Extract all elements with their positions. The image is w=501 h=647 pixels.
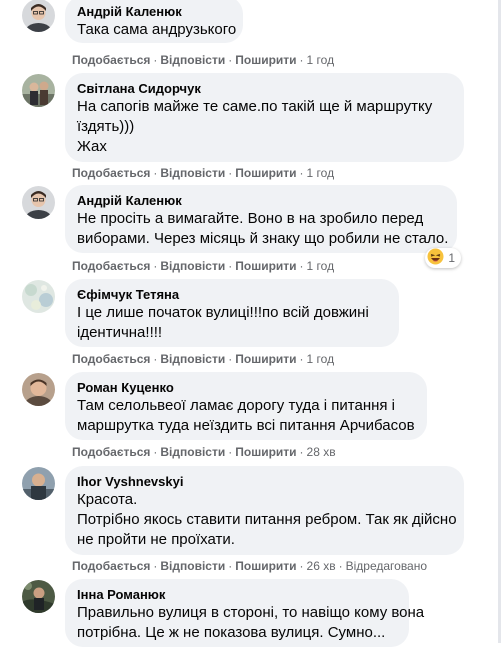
timestamp[interactable]: 1 год xyxy=(307,352,335,366)
avatar[interactable] xyxy=(22,186,55,219)
share-link[interactable]: Поширити xyxy=(235,166,296,180)
like-link[interactable]: Подобається xyxy=(72,166,150,180)
comment-text: І це лише початок вулиці!!!по всій довжи… xyxy=(77,303,387,343)
comment-bubble: Андрій Каленюк Не просіть а вимагайте. В… xyxy=(65,185,457,253)
comment-text-line: потрібна. Це ж не показова вулиця. Сумно… xyxy=(77,624,386,641)
like-link[interactable]: Подобається xyxy=(72,53,150,67)
dot-separator: · xyxy=(153,166,158,180)
dot-separator: · xyxy=(228,259,233,273)
comment-text-line: Така сама андрузького xyxy=(77,21,237,38)
comment-text-line: не пройти не проїхати. xyxy=(77,531,235,548)
share-link[interactable]: Поширити xyxy=(235,445,296,459)
comment-text-line: На сапогів майже те саме.по такій ще й м… xyxy=(77,98,433,115)
comment-bubble: Роман Куценко Там селольвеої ламає дорог… xyxy=(65,372,427,440)
dot-separator: · xyxy=(299,352,304,366)
comment-text-line: маршрутка туда неїздить всі питання Арчи… xyxy=(77,417,415,434)
comment-text: Красота. Потрібно якось ставити питання … xyxy=(77,490,457,550)
avatar[interactable] xyxy=(22,0,55,32)
comment-bubble: Світлана Сидорчук На сапогів майже те са… xyxy=(65,73,464,162)
reaction-count-number: 1 xyxy=(448,251,455,265)
dot-separator: · xyxy=(299,259,304,273)
comment-author[interactable]: Єфімчук Тетяна xyxy=(77,286,387,303)
comment-text-line: ідентична!!!! xyxy=(77,324,163,341)
comment-author[interactable]: Світлана Сидорчук xyxy=(77,80,452,97)
reply-link[interactable]: Відповісти xyxy=(160,445,225,459)
comment-actions: Подобається · Відповісти · Поширити · 1 год xyxy=(72,52,334,68)
dot-separator: · xyxy=(153,352,158,366)
timestamp[interactable]: 26 хв xyxy=(307,559,336,573)
dot-separator: · xyxy=(299,559,304,573)
dot-separator: · xyxy=(338,559,343,573)
share-link[interactable]: Поширити xyxy=(235,559,296,573)
comment-author[interactable]: Андрій Каленюк xyxy=(77,3,231,20)
timestamp[interactable]: 1 год xyxy=(307,259,335,273)
dot-separator: · xyxy=(228,559,233,573)
like-link[interactable]: Подобається xyxy=(72,352,150,366)
comment-bubble: Інна Романюк Правильно вулиця в стороні,… xyxy=(65,579,425,647)
dot-separator: · xyxy=(228,166,233,180)
reply-link[interactable]: Відповісти xyxy=(160,559,225,573)
comment-text-line: Там селольвеої ламає дорогу туда і питан… xyxy=(77,397,396,414)
avatar[interactable] xyxy=(22,280,55,313)
comment-bubble: Ihor Vyshnevskyi Красота. Потрібно якось… xyxy=(65,466,464,555)
like-link[interactable]: Подобається xyxy=(72,259,150,273)
comment-actions: Подобається · Відповісти · Поширити · 28 хв xyxy=(72,444,336,460)
comment-text: Там селольвеої ламає дорогу туда і питан… xyxy=(77,396,415,436)
dot-separator: · xyxy=(153,259,158,273)
comment-actions: Подобається · Відповісти · Поширити · 26 хв · Ві… xyxy=(72,558,427,574)
dot-separator: · xyxy=(153,559,158,573)
avatar[interactable] xyxy=(22,580,55,613)
comment-text: Не просіть а вимагайте. Воно в на зробил… xyxy=(77,209,449,249)
comment-text-line: їздять))) xyxy=(77,118,135,135)
comment-actions: Подобається · Відповісти · Поширити · 1 год xyxy=(72,351,334,367)
comment-bubble: Андрій Каленюк Така сама андрузького xyxy=(65,0,243,43)
share-link[interactable]: Поширити xyxy=(235,352,296,366)
share-link[interactable]: Поширити xyxy=(235,53,296,67)
comment-bubble: Єфімчук Тетяна І це лише початок вулиці!… xyxy=(65,279,399,347)
avatar[interactable] xyxy=(22,467,55,500)
comment-text-line: Не просіть а вимагайте. Воно в на зробил… xyxy=(77,210,424,227)
comment-actions: Подобається · Відповісти · Поширити · 1 год xyxy=(72,165,334,181)
comment-text-line: Потрібно якось ставити питання ребром. Т… xyxy=(77,511,457,528)
dot-separator: · xyxy=(299,445,304,459)
comment-text: Правильно вулиця в стороні, то навіщо ко… xyxy=(77,603,425,643)
dot-separator: · xyxy=(153,445,158,459)
like-link[interactable]: Подобається xyxy=(72,559,150,573)
reply-link[interactable]: Відповісти xyxy=(160,259,225,273)
reaction-count[interactable]: 1 xyxy=(425,248,461,268)
timestamp[interactable]: 28 хв xyxy=(307,445,336,459)
comment-author[interactable]: Роман Куценко xyxy=(77,379,415,396)
comment-author[interactable]: Андрій Каленюк xyxy=(77,192,445,209)
reply-link[interactable]: Відповісти xyxy=(160,53,225,67)
dot-separator: · xyxy=(299,53,304,67)
reply-link[interactable]: Відповісти xyxy=(160,352,225,366)
comment-text: На сапогів майже те саме.по такій ще й м… xyxy=(77,97,452,157)
avatar[interactable] xyxy=(22,373,55,406)
comment-actions: Подобається · Відповісти · Поширити · 1 год xyxy=(72,258,334,274)
comment-text-line: Жах xyxy=(77,138,107,155)
comment-author[interactable]: Ihor Vyshnevskyi xyxy=(77,473,452,490)
dot-separator: · xyxy=(299,166,304,180)
dot-separator: · xyxy=(228,352,233,366)
comment-author[interactable]: Інна Романюк xyxy=(77,586,397,603)
avatar[interactable] xyxy=(22,74,55,107)
timestamp[interactable]: 1 год xyxy=(307,53,335,67)
comment-text: Така сама андрузького xyxy=(77,20,237,40)
comment-text-line: І це лише початок вулиці!!!по всій довжи… xyxy=(77,304,369,321)
laughing-emoji-icon xyxy=(427,248,444,268)
comment-text-line: Красота. xyxy=(77,491,138,508)
like-link[interactable]: Подобається xyxy=(72,445,150,459)
comment-text-line: Правильно вулиця в стороні, то навіщо ко… xyxy=(77,604,425,621)
timestamp[interactable]: 1 год xyxy=(307,166,335,180)
edited-label: Відредаговано xyxy=(345,559,428,573)
reply-link[interactable]: Відповісти xyxy=(160,166,225,180)
dot-separator: · xyxy=(228,445,233,459)
comment-text-line: виборами. Через місяць й знаку що робили… xyxy=(77,230,449,247)
share-link[interactable]: Поширити xyxy=(235,259,296,273)
dot-separator: · xyxy=(228,53,233,67)
dot-separator: · xyxy=(153,53,158,67)
